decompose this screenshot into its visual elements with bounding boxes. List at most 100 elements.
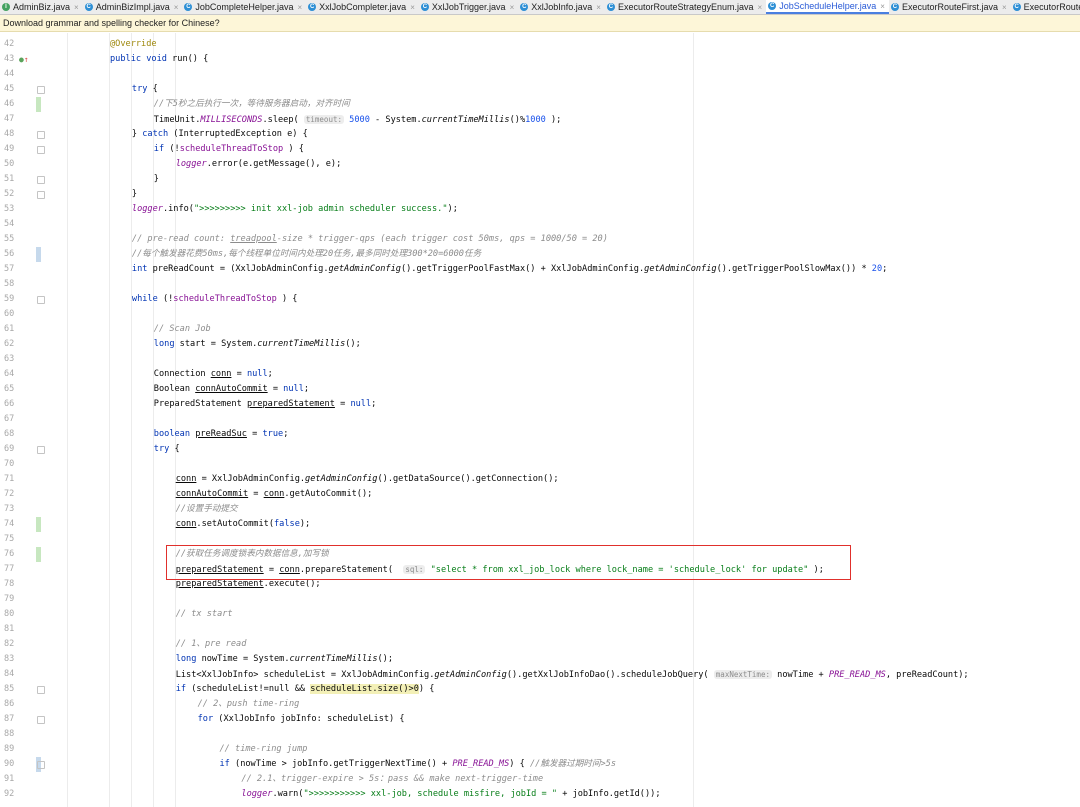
code-text[interactable]: logger.info(">>>>>>>>> init xxl-job admi… xyxy=(132,202,458,217)
tab-adminbiz[interactable]: I AdminBiz.java × xyxy=(0,0,83,14)
code-text[interactable]: Boolean connAutoCommit = null; xyxy=(154,382,309,397)
code-text[interactable]: long nowTime = System.currentTimeMillis(… xyxy=(176,652,393,667)
line-number[interactable]: 47 xyxy=(4,112,26,127)
code-text[interactable]: // pre-read count: treadpool-size * trig… xyxy=(132,232,608,247)
line-number[interactable]: 87 xyxy=(4,712,26,727)
code-text[interactable]: } xyxy=(132,187,137,202)
line-number[interactable]: 70 xyxy=(4,457,26,472)
line-number[interactable]: 45 xyxy=(4,82,26,97)
line-number[interactable]: 82 xyxy=(4,637,26,652)
line-number[interactable]: 80 xyxy=(4,607,26,622)
line-number[interactable]: 78 xyxy=(4,577,26,592)
code-text[interactable]: while (!scheduleThreadToStop ) { xyxy=(132,292,298,307)
fold-icon[interactable] xyxy=(37,445,45,454)
code-text[interactable]: conn.setAutoCommit(false); xyxy=(176,517,311,532)
code-text[interactable]: // 2、push time-ring xyxy=(198,697,300,712)
line-number[interactable]: 72 xyxy=(4,487,26,502)
line-number[interactable]: 50 xyxy=(4,157,26,172)
tab-jobcompletehelper[interactable]: C JobCompleteHelper.java × xyxy=(182,0,306,14)
line-number[interactable]: 62 xyxy=(4,337,26,352)
code-text[interactable]: TimeUnit.MILLISECONDS.sleep( timeout: 50… xyxy=(154,112,561,127)
close-icon[interactable]: × xyxy=(758,3,763,12)
fold-icon[interactable] xyxy=(37,130,45,139)
code-text[interactable]: public void run() { xyxy=(110,52,208,67)
code-text[interactable]: try { xyxy=(132,82,158,97)
code-text[interactable]: int preReadCount = (XxlJobAdminConfig.ge… xyxy=(132,262,887,277)
code-text[interactable]: if (scheduleList!=null && scheduleList.s… xyxy=(176,682,434,697)
change-marker[interactable] xyxy=(36,546,41,562)
close-icon[interactable]: × xyxy=(410,3,415,12)
tab-xxljobcompleter[interactable]: C XxlJobCompleter.java × xyxy=(306,0,419,14)
line-number[interactable]: 71 xyxy=(4,472,26,487)
line-number[interactable]: 92 xyxy=(4,787,26,802)
line-number[interactable]: 68 xyxy=(4,427,26,442)
code-text[interactable]: } xyxy=(154,172,159,187)
code-text[interactable]: @Override xyxy=(110,37,157,52)
fold-icon[interactable] xyxy=(37,145,45,154)
code-text[interactable]: logger.error(e.getMessage(), e); xyxy=(176,157,342,172)
code-text[interactable]: Connection conn = null; xyxy=(154,367,273,382)
fold-icon[interactable] xyxy=(37,85,45,94)
line-number[interactable]: 83 xyxy=(4,652,26,667)
line-number[interactable]: 85 xyxy=(4,682,26,697)
code-text[interactable]: long start = System.currentTimeMillis(); xyxy=(154,337,361,352)
code-text[interactable]: //设置手动提交 xyxy=(176,502,238,517)
line-number[interactable]: 49 xyxy=(4,142,26,157)
code-text[interactable]: } catch (InterruptedException e) { xyxy=(132,127,308,142)
code-text[interactable]: for (XxlJobInfo jobInfo: scheduleList) { xyxy=(198,712,405,727)
line-number[interactable]: 61 xyxy=(4,322,26,337)
code-text[interactable]: if (nowTime > jobInfo.getTriggerNextTime… xyxy=(220,757,617,772)
line-number[interactable]: 56 xyxy=(4,247,26,262)
code-text[interactable]: //每个触发器花费50ms,每个线程单位时间内处理20任务,最多同时处理300*… xyxy=(132,247,481,262)
tab-xxljobtrigger[interactable]: C XxlJobTrigger.java × xyxy=(419,0,518,14)
line-number[interactable]: 86 xyxy=(4,697,26,712)
code-text[interactable]: // Scan Job xyxy=(154,322,211,337)
line-number[interactable]: 63 xyxy=(4,352,26,367)
fold-icon[interactable] xyxy=(37,295,45,304)
notification-bar[interactable]: Download grammar and spelling checker fo… xyxy=(0,15,1080,32)
line-number[interactable]: 46 xyxy=(4,97,26,112)
fold-icon[interactable] xyxy=(37,190,45,199)
line-number[interactable]: 44 xyxy=(4,67,26,82)
code-text[interactable]: // 2.1、trigger-expire > 5s：pass && make … xyxy=(241,772,543,787)
code-text[interactable]: logger.warn(">>>>>>>>>>> xxl-job, schedu… xyxy=(241,787,660,802)
code-text[interactable]: PreparedStatement preparedStatement = nu… xyxy=(154,397,377,412)
line-number[interactable]: 48 xyxy=(4,127,26,142)
tab-adminbizimpl[interactable]: C AdminBizImpl.java × xyxy=(83,0,183,14)
line-number[interactable]: 58 xyxy=(4,277,26,292)
code-text[interactable]: boolean preReadSuc = true; xyxy=(154,427,289,442)
code-text[interactable]: try { xyxy=(154,442,180,457)
line-number[interactable]: 57 xyxy=(4,262,26,277)
fold-icon[interactable] xyxy=(37,715,45,724)
line-number[interactable]: 53 xyxy=(4,202,26,217)
code-text[interactable]: conn = XxlJobAdminConfig.getAdminConfig(… xyxy=(176,472,559,487)
line-number[interactable]: 75 xyxy=(4,532,26,547)
code-text[interactable]: // tx start xyxy=(176,607,233,622)
fold-icon[interactable] xyxy=(37,685,45,694)
tab-executorroutestrategyenum[interactable]: C ExecutorRouteStrategyEnum.java × xyxy=(605,0,766,14)
line-number[interactable]: 67 xyxy=(4,412,26,427)
close-icon[interactable]: × xyxy=(510,3,515,12)
tab-xxljobinfo[interactable]: C XxlJobInfo.java × xyxy=(518,0,605,14)
code-text[interactable]: connAutoCommit = conn.getAutoCommit(); xyxy=(176,487,373,502)
line-number[interactable]: 52 xyxy=(4,187,26,202)
close-icon[interactable]: × xyxy=(880,2,885,11)
change-marker[interactable] xyxy=(36,516,41,532)
code-text[interactable]: //下5秒之后执行一次，等待服务器启动，对齐时间 xyxy=(154,97,350,112)
line-number[interactable]: 79 xyxy=(4,592,26,607)
line-number[interactable]: 89 xyxy=(4,742,26,757)
line-number[interactable]: 91 xyxy=(4,772,26,787)
line-number[interactable]: 60 xyxy=(4,307,26,322)
line-number[interactable]: 55 xyxy=(4,232,26,247)
close-icon[interactable]: × xyxy=(1002,3,1007,12)
line-number[interactable]: 54 xyxy=(4,217,26,232)
line-number[interactable]: 74 xyxy=(4,517,26,532)
change-marker[interactable] xyxy=(36,96,41,112)
code-text[interactable]: // 1、pre read xyxy=(176,637,247,652)
line-number[interactable]: 42 xyxy=(4,37,26,52)
close-icon[interactable]: × xyxy=(174,3,179,12)
line-number[interactable]: 66 xyxy=(4,397,26,412)
override-icon[interactable]: ●↑ xyxy=(19,52,29,67)
line-number[interactable]: 81 xyxy=(4,622,26,637)
line-number[interactable]: 90 xyxy=(4,757,26,772)
